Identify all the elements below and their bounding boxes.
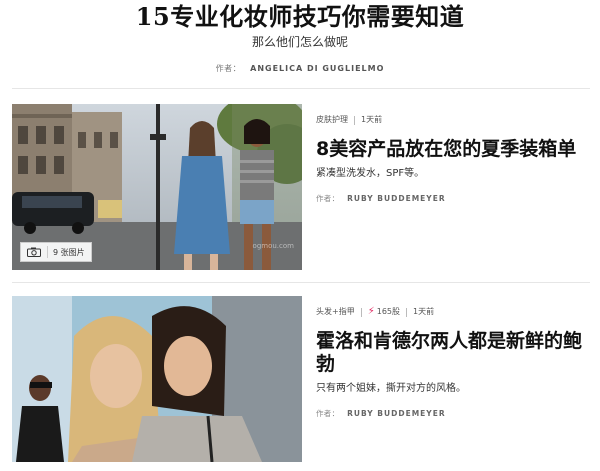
- timestamp: 1天前: [361, 115, 383, 124]
- article-summary: 紧凑型洗发水，SPF等。: [316, 168, 425, 179]
- timestamp: 1天前: [413, 307, 435, 316]
- article-thumbnail[interactable]: [12, 296, 302, 462]
- article-thumbnail[interactable]: 9 张图片 ogmou.com: [12, 104, 302, 270]
- byline-label: 作者：: [215, 64, 242, 73]
- article-summary: 只有两个姐妹，撕开对方的风格。: [316, 383, 466, 394]
- article-meta: 皮肤护理 1天前: [316, 114, 590, 126]
- share-count: 165股: [376, 307, 401, 316]
- category-link[interactable]: 头发+指甲: [316, 306, 355, 318]
- author-link[interactable]: RUBY BUDDEMEYER: [347, 409, 446, 418]
- author-link[interactable]: RUBY BUDDEMEYER: [347, 194, 446, 203]
- article-body: 头发+指甲 ⚡ 165股 1天前 霍洛和肯德尔两人都是新鲜的鲍勃 只有两个姐妹，…: [316, 306, 590, 419]
- byline-label: 作者：: [316, 409, 340, 418]
- meta-separator: [360, 307, 362, 317]
- category-link[interactable]: 皮肤护理: [316, 114, 348, 126]
- divider: [12, 88, 590, 89]
- article-meta: 头发+指甲 ⚡ 165股 1天前: [316, 306, 590, 318]
- article-card[interactable]: 头发+指甲 ⚡ 165股 1天前 霍洛和肯德尔两人都是新鲜的鲍勃 只有两个姐妹，…: [12, 296, 590, 462]
- camera-icon: [27, 247, 41, 257]
- lightning-bolt-icon: ⚡: [367, 306, 375, 317]
- meta-separator: [406, 307, 408, 317]
- badge-separator: [47, 246, 48, 258]
- photo-count: 9 张图片: [53, 247, 85, 257]
- article-card[interactable]: 9 张图片 ogmou.com 皮肤护理 1天前 8美容产品放在您的夏季装箱单 …: [12, 104, 590, 270]
- page-subtitle: 那么他们怎么做呢: [251, 35, 348, 49]
- article-byline: 作者： RUBY BUDDEMEYER: [316, 408, 590, 419]
- page-title: 15专业化妆师技巧你需要知道: [135, 2, 465, 31]
- author-link[interactable]: ANGELICA DI GUGLIELMO: [250, 64, 384, 73]
- hero-byline: 作者： ANGELICA DI GUGLIELMO: [0, 63, 600, 74]
- celebrity-portrait-photo: [12, 296, 302, 462]
- article-headline[interactable]: 8美容产品放在您的夏季装箱单: [316, 138, 590, 161]
- photo-count-badge[interactable]: 9 张图片: [20, 242, 92, 262]
- article-byline: 作者： RUBY BUDDEMEYER: [316, 193, 590, 204]
- byline-label: 作者：: [316, 194, 340, 203]
- article-headline[interactable]: 霍洛和肯德尔两人都是新鲜的鲍勃: [316, 330, 590, 376]
- divider: [12, 282, 590, 283]
- watermark: ogmou.com: [252, 242, 294, 250]
- meta-separator: [354, 115, 355, 125]
- article-body: 皮肤护理 1天前 8美容产品放在您的夏季装箱单 紧凑型洗发水，SPF等。 作者：…: [316, 114, 590, 204]
